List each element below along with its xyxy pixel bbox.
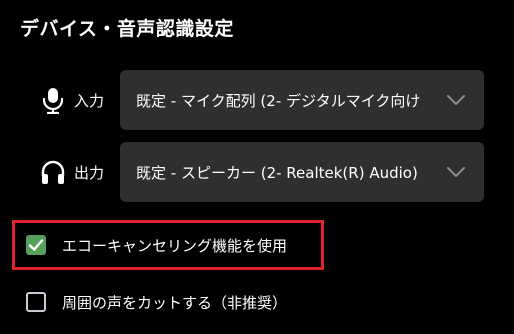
chevron-down-icon [446, 92, 466, 106]
checkmark-icon [28, 239, 44, 251]
chevron-down-icon [446, 164, 466, 178]
input-device-select[interactable]: 既定 - マイク配列 (2- デジタルマイク向け [120, 70, 484, 130]
output-device-value: 既定 - スピーカー (2- Realtek(R) Audio) [136, 164, 418, 182]
noise-cut-label: 周囲の声をカットする（非推奨） [62, 294, 288, 312]
noise-cut-checkbox[interactable] [26, 292, 46, 312]
echo-cancel-label: エコーキャンセリング機能を使用 [62, 237, 288, 255]
input-label: 入力 [74, 92, 105, 110]
echo-cancel-checkbox[interactable] [26, 235, 46, 255]
panel-title: デバイス・音声認識設定 [20, 18, 234, 40]
output-label: 出力 [74, 164, 105, 182]
output-device-select[interactable]: 既定 - スピーカー (2- Realtek(R) Audio) [120, 142, 484, 202]
microphone-icon [40, 86, 66, 115]
input-device-row: 入力 既定 - マイク配列 (2- デジタルマイク向け [0, 70, 514, 130]
device-voice-settings-panel: デバイス・音声認識設定 入力 既定 - マイク配列 (2- デジタルマイク向け [0, 0, 514, 334]
headphones-icon [40, 158, 66, 186]
output-device-row: 出力 既定 - スピーカー (2- Realtek(R) Audio) [0, 142, 514, 202]
input-device-value: 既定 - マイク配列 (2- デジタルマイク向け [136, 92, 421, 110]
